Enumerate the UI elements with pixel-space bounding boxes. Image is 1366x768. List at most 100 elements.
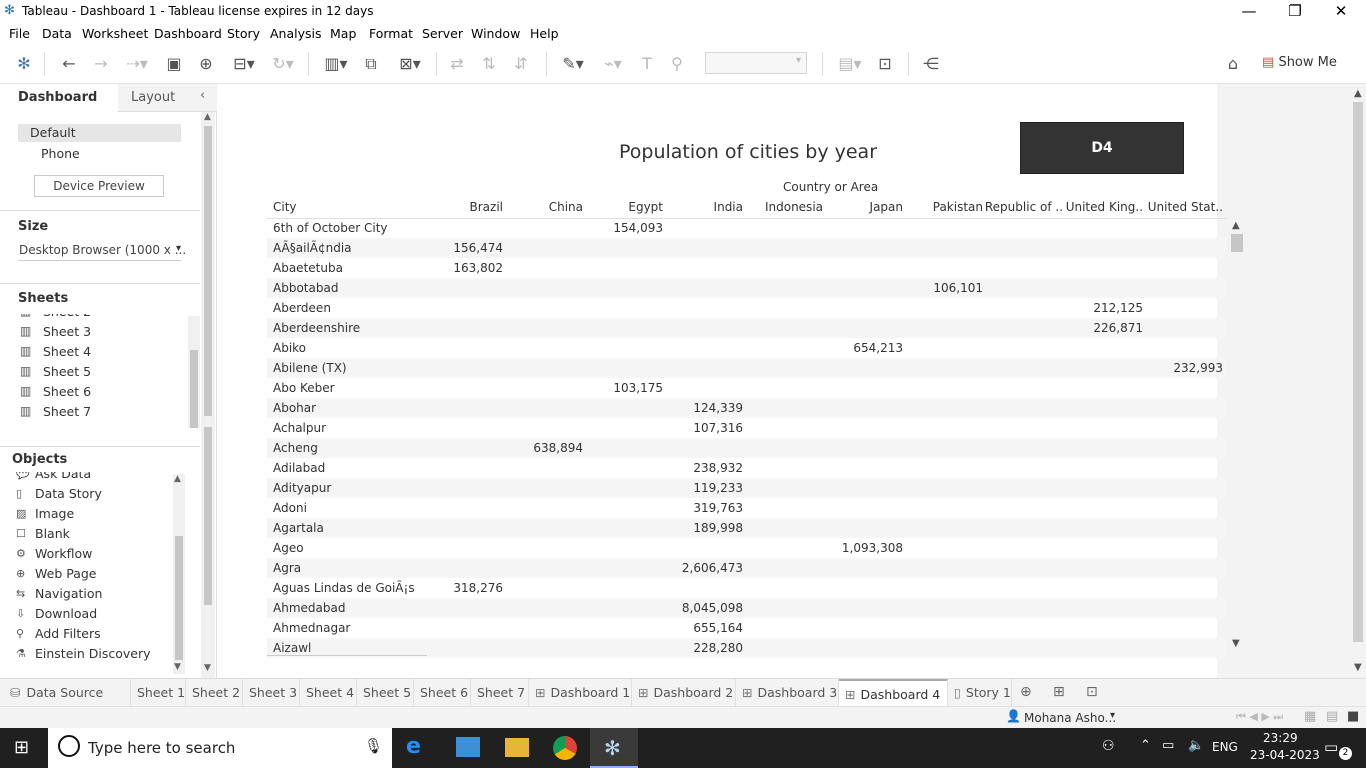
sheet-tab[interactable]: ⛁ Data Source: [0, 679, 131, 707]
refresh-icon[interactable]: ↻▾: [266, 54, 300, 74]
sheet-list-item[interactable]: ▥ Sheet 6: [18, 382, 188, 402]
chevron-up-icon[interactable]: ⌃: [1140, 738, 1151, 753]
swap-icon[interactable]: ⇄: [446, 54, 468, 74]
fit-dropdown[interactable]: ▾: [705, 52, 807, 74]
table-row[interactable]: Achalpur 107,316: [267, 418, 1227, 438]
object-list-item[interactable]: ⚲ Add Filters: [14, 624, 172, 644]
sheet-tab[interactable]: Sheet 1: [131, 679, 186, 707]
page-nav-icons[interactable]: ⏮ ◀ ▶ ⏭: [1236, 710, 1283, 724]
group-icon[interactable]: ⌁▾: [596, 54, 630, 74]
sort-descending-icon[interactable]: ⇵: [510, 54, 532, 74]
table-row[interactable]: Abbotabad 106,101: [267, 278, 1227, 298]
tableau-logo-icon[interactable]: ✻: [14, 54, 34, 74]
table-row[interactable]: AÃ§ailÃ¢ndia 156,474: [267, 238, 1227, 258]
collapse-pane-icon[interactable]: ‹: [200, 88, 205, 103]
device-preview-button[interactable]: Device Preview: [34, 175, 164, 197]
redo-icon[interactable]: →: [90, 54, 112, 74]
sheet-tab[interactable]: Sheet 4: [300, 679, 357, 707]
taskbar-search[interactable]: Type here to search 🎙: [48, 728, 392, 768]
undo-icon[interactable]: ←: [58, 54, 80, 74]
column-header[interactable]: Japan: [823, 200, 903, 214]
share-icon[interactable]: ⋲: [920, 54, 942, 74]
pause-updates-icon[interactable]: ⊟▾: [227, 54, 261, 74]
table-row[interactable]: Abiko 654,213: [267, 338, 1227, 358]
object-list-item[interactable]: ⚙ Workflow: [14, 544, 172, 564]
menu-dashboard[interactable]: Dashboard: [154, 26, 222, 41]
device-phone[interactable]: Phone: [41, 146, 80, 161]
menu-map[interactable]: Map: [330, 26, 356, 41]
people-icon[interactable]: ⚇: [1102, 738, 1115, 754]
sheet-list-item[interactable]: ▥ Sheet 5: [18, 362, 188, 382]
filmstrip-view-icon[interactable]: ▤: [1326, 709, 1338, 724]
format-painter-icon[interactable]: ⌂: [1222, 54, 1244, 74]
tab-dashboard[interactable]: Dashboard: [0, 84, 118, 112]
column-header[interactable]: Republic of ..: [983, 200, 1063, 214]
tabs-view-icon[interactable]: ■: [1347, 709, 1359, 724]
menu-analysis[interactable]: Analysis: [270, 26, 322, 41]
show-me-button[interactable]: ▤ Show Me: [1262, 55, 1337, 75]
microphone-icon[interactable]: 🎙: [364, 737, 383, 755]
battery-icon[interactable]: ▭: [1162, 738, 1174, 753]
sheet-list-item[interactable]: ▥ Sheet 2: [18, 314, 188, 322]
highlight-icon[interactable]: ✎▾: [556, 54, 590, 74]
grid-view-icon[interactable]: ▦: [1304, 709, 1316, 724]
object-list-item[interactable]: ⇆ Navigation: [14, 584, 172, 604]
table-row[interactable]: Adoni 319,763: [267, 498, 1227, 518]
photos-icon[interactable]: [456, 737, 480, 757]
table-row[interactable]: Abaetetuba 163,802: [267, 258, 1227, 278]
sheet-tab[interactable]: Sheet 5: [357, 679, 414, 707]
column-header[interactable]: Pakistan: [903, 200, 983, 214]
table-row[interactable]: Agartala 189,998: [267, 518, 1227, 538]
size-dropdown[interactable]: Desktop Browser (1000 x ... ▾: [18, 241, 186, 261]
sheet-tab[interactable]: Sheet 7: [471, 679, 529, 707]
column-header[interactable]: Indonesia: [743, 200, 823, 214]
sheet-tab[interactable]: Sheet 2: [186, 679, 243, 707]
objects-scrollbar[interactable]: ▲ ▼: [173, 474, 185, 674]
table-row[interactable]: Aberdeenshire 226,871: [267, 318, 1227, 338]
notifications-icon[interactable]: ▭: [1324, 738, 1338, 756]
table-row[interactable]: Abilene (TX) 232,993: [267, 358, 1227, 378]
table-row[interactable]: Agra 2,606,473: [267, 558, 1227, 578]
table-row[interactable]: Abohar 124,339: [267, 398, 1227, 418]
clear-sheet-icon[interactable]: ⊠▾: [392, 54, 428, 74]
table-row[interactable]: Acheng 638,894: [267, 438, 1227, 458]
sheet-tab[interactable]: Sheet 3: [243, 679, 300, 707]
pin-icon[interactable]: ⚲: [666, 54, 688, 74]
sheet-tab[interactable]: ⊞ Dashboard 3: [736, 679, 839, 707]
tableau-taskbar-button[interactable]: ✻: [590, 728, 638, 768]
menu-worksheet[interactable]: Worksheet: [82, 26, 148, 41]
menu-server[interactable]: Server: [422, 26, 463, 41]
column-header[interactable]: Brazil: [423, 200, 504, 214]
menu-window[interactable]: Window: [471, 26, 520, 41]
sheet-list-item[interactable]: ▥ Sheet 4: [18, 342, 188, 362]
table-row[interactable]: Aguas Lindas de GoiÃ¡s 318,276: [267, 578, 1227, 598]
duplicate-sheet-icon[interactable]: ⧉: [360, 54, 382, 74]
menu-story[interactable]: Story: [227, 26, 260, 41]
object-list-item[interactable]: ⚗ Einstein Discovery: [14, 644, 172, 664]
language-indicator[interactable]: ENG: [1212, 740, 1238, 754]
column-header[interactable]: Egypt: [583, 200, 663, 214]
sheet-list-item[interactable]: ▥ Sheet 3: [18, 322, 188, 342]
menu-file[interactable]: File: [9, 26, 30, 41]
tab-layout[interactable]: Layout ‹: [118, 84, 217, 112]
column-header[interactable]: China: [503, 200, 583, 214]
replay-icon[interactable]: ⇢▾: [120, 54, 154, 74]
menu-help[interactable]: Help: [530, 26, 559, 41]
sheets-scrollbar[interactable]: [188, 316, 200, 428]
new-story-tab-icon[interactable]: ⊡: [1086, 684, 1098, 700]
table-row[interactable]: Ahmednagar 655,164: [267, 618, 1227, 638]
new-worksheet-icon[interactable]: ▥▾: [318, 54, 354, 74]
column-header[interactable]: United King..: [1063, 200, 1143, 214]
labels-icon[interactable]: T: [636, 54, 658, 74]
sheet-tab[interactable]: Sheet 6: [414, 679, 471, 707]
canvas-scrollbar[interactable]: ▲ ▼: [1350, 84, 1366, 678]
minimize-button[interactable]: —: [1226, 0, 1272, 24]
clock-date[interactable]: 23-04-2023: [1250, 748, 1320, 762]
column-header[interactable]: India: [663, 200, 743, 214]
menu-data[interactable]: Data: [42, 26, 72, 41]
menu-format[interactable]: Format: [369, 26, 413, 41]
table-row[interactable]: Adityapur 119,233: [267, 478, 1227, 498]
close-button[interactable]: ✕: [1318, 0, 1364, 24]
table-row[interactable]: Aberdeen 212,125: [267, 298, 1227, 318]
sheet-tab[interactable]: ⊞ Dashboard 4: [839, 679, 948, 707]
